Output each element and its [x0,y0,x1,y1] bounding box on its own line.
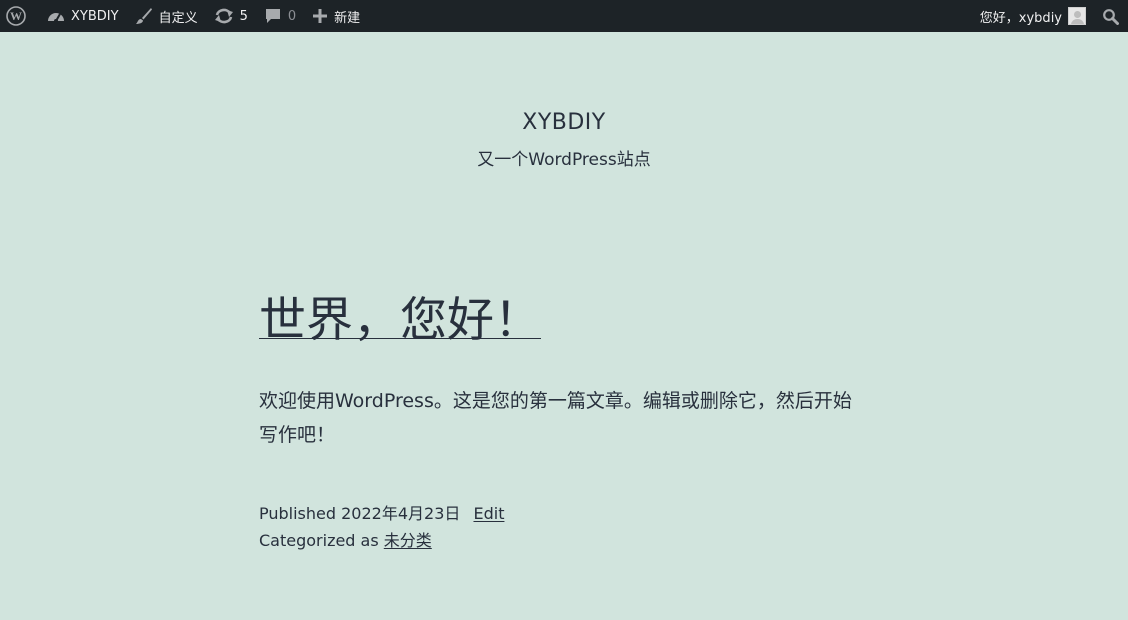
updates-menu[interactable]: 5 [206,0,256,32]
new-content-menu[interactable]: 新建 [304,0,368,32]
wordpress-logo-icon: W [6,6,26,26]
svg-text:W: W [10,9,22,23]
updates-count: 5 [239,8,248,24]
brush-icon [135,7,153,25]
site-name-label: XYBDIY [71,8,119,24]
published-date-link[interactable]: 2022年4月23日 [341,504,460,523]
my-account-menu[interactable]: 您好，xybdiy [972,0,1094,32]
site-description: 又一个WordPress站点 [477,150,651,170]
wordpress-menu[interactable]: W [0,0,39,32]
post-published-meta: Published 2022年4月23日 Edit [259,502,504,526]
customize-menu[interactable]: 自定义 [127,0,206,32]
search-icon [1102,8,1119,25]
category-link[interactable]: 未分类 [384,531,432,550]
plus-icon [312,8,328,24]
published-prefix: Published [259,504,337,523]
customize-label: 自定义 [158,10,198,26]
post-category-meta: Categorized as 未分类 [259,529,432,553]
new-label: 新建 [334,10,361,26]
comment-icon [264,7,282,25]
site-title[interactable]: XYBDIY [0,110,1128,135]
categorized-prefix: Categorized as [259,531,379,550]
comments-menu[interactable]: 0 [256,0,304,32]
post-content: 欢迎使用WordPress。这是您的第一篇文章。编辑或删除它，然后开始写作吧！ [259,390,852,446]
edit-post-link[interactable]: Edit [473,504,504,523]
update-icon [214,7,234,25]
greeting-label: 您好，xybdiy [979,10,1062,26]
post-title-link[interactable]: 世界，您好！ [259,292,541,350]
admin-bar: W XYBDIY 自定义 5 0 新建 您好，xybdiy [0,0,1128,32]
avatar [1068,7,1086,25]
comments-count: 0 [287,8,297,24]
site-name-menu[interactable]: XYBDIY [39,0,127,32]
dashboard-icon [47,8,65,24]
search-button[interactable] [1094,0,1128,32]
